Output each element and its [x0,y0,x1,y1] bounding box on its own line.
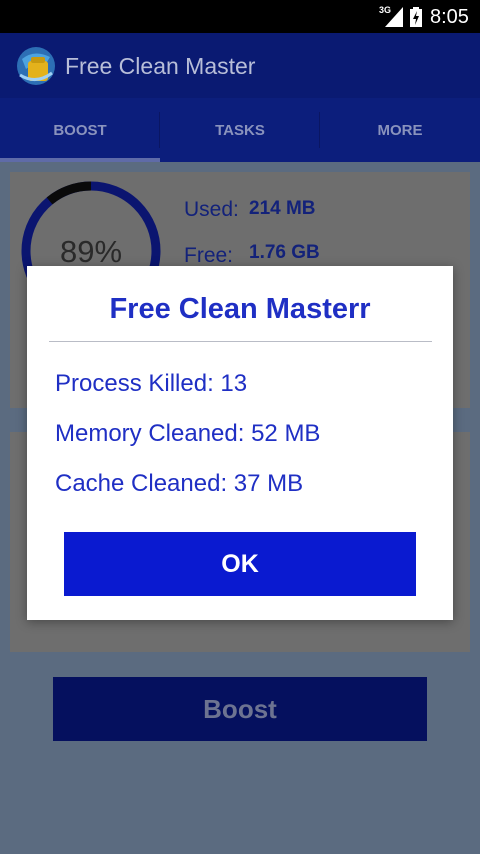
status-clock: 8:05 [430,6,469,28]
tab-tasks-label: TASKS [215,121,265,139]
status-bar: 3G 8:05 [0,0,480,33]
tab-more[interactable]: MORE [320,98,480,162]
dialog-divider [49,341,432,342]
ok-button[interactable]: OK [64,532,416,596]
battery-charging-icon [410,7,422,27]
memory-cleaned-text: Memory Cleaned: 52 MB [55,420,321,447]
free-label: Free: [184,244,234,267]
result-dialog: Free Clean Masterr Process Killed: 13 Me… [27,266,453,620]
boost-button[interactable]: Boost [53,677,427,741]
app-logo-icon [17,47,55,85]
used-label: Used: [184,198,239,221]
tab-boost[interactable]: BOOST [0,98,160,162]
cell-signal-icon: 3G [379,5,403,27]
tab-boost-label: BOOST [53,121,107,139]
app-title: Free Clean Master [65,53,256,79]
app-bar: Free Clean Master [0,33,480,98]
process-killed-text: Process Killed: 13 [55,370,248,397]
free-value: 1.76 GB [249,242,320,263]
used-value: 214 MB [249,198,316,219]
tab-more-label: MORE [377,121,423,139]
dialog-title: Free Clean Masterr [109,293,371,325]
tab-bar: BOOST TASKS MORE [0,98,480,162]
network-type-label: 3G [379,5,392,15]
tab-tasks[interactable]: TASKS [160,98,320,162]
tab-selected-indicator [0,158,160,162]
memory-percent: 89% [59,234,123,269]
cache-cleaned-text: Cache Cleaned: 37 MB [55,470,304,497]
